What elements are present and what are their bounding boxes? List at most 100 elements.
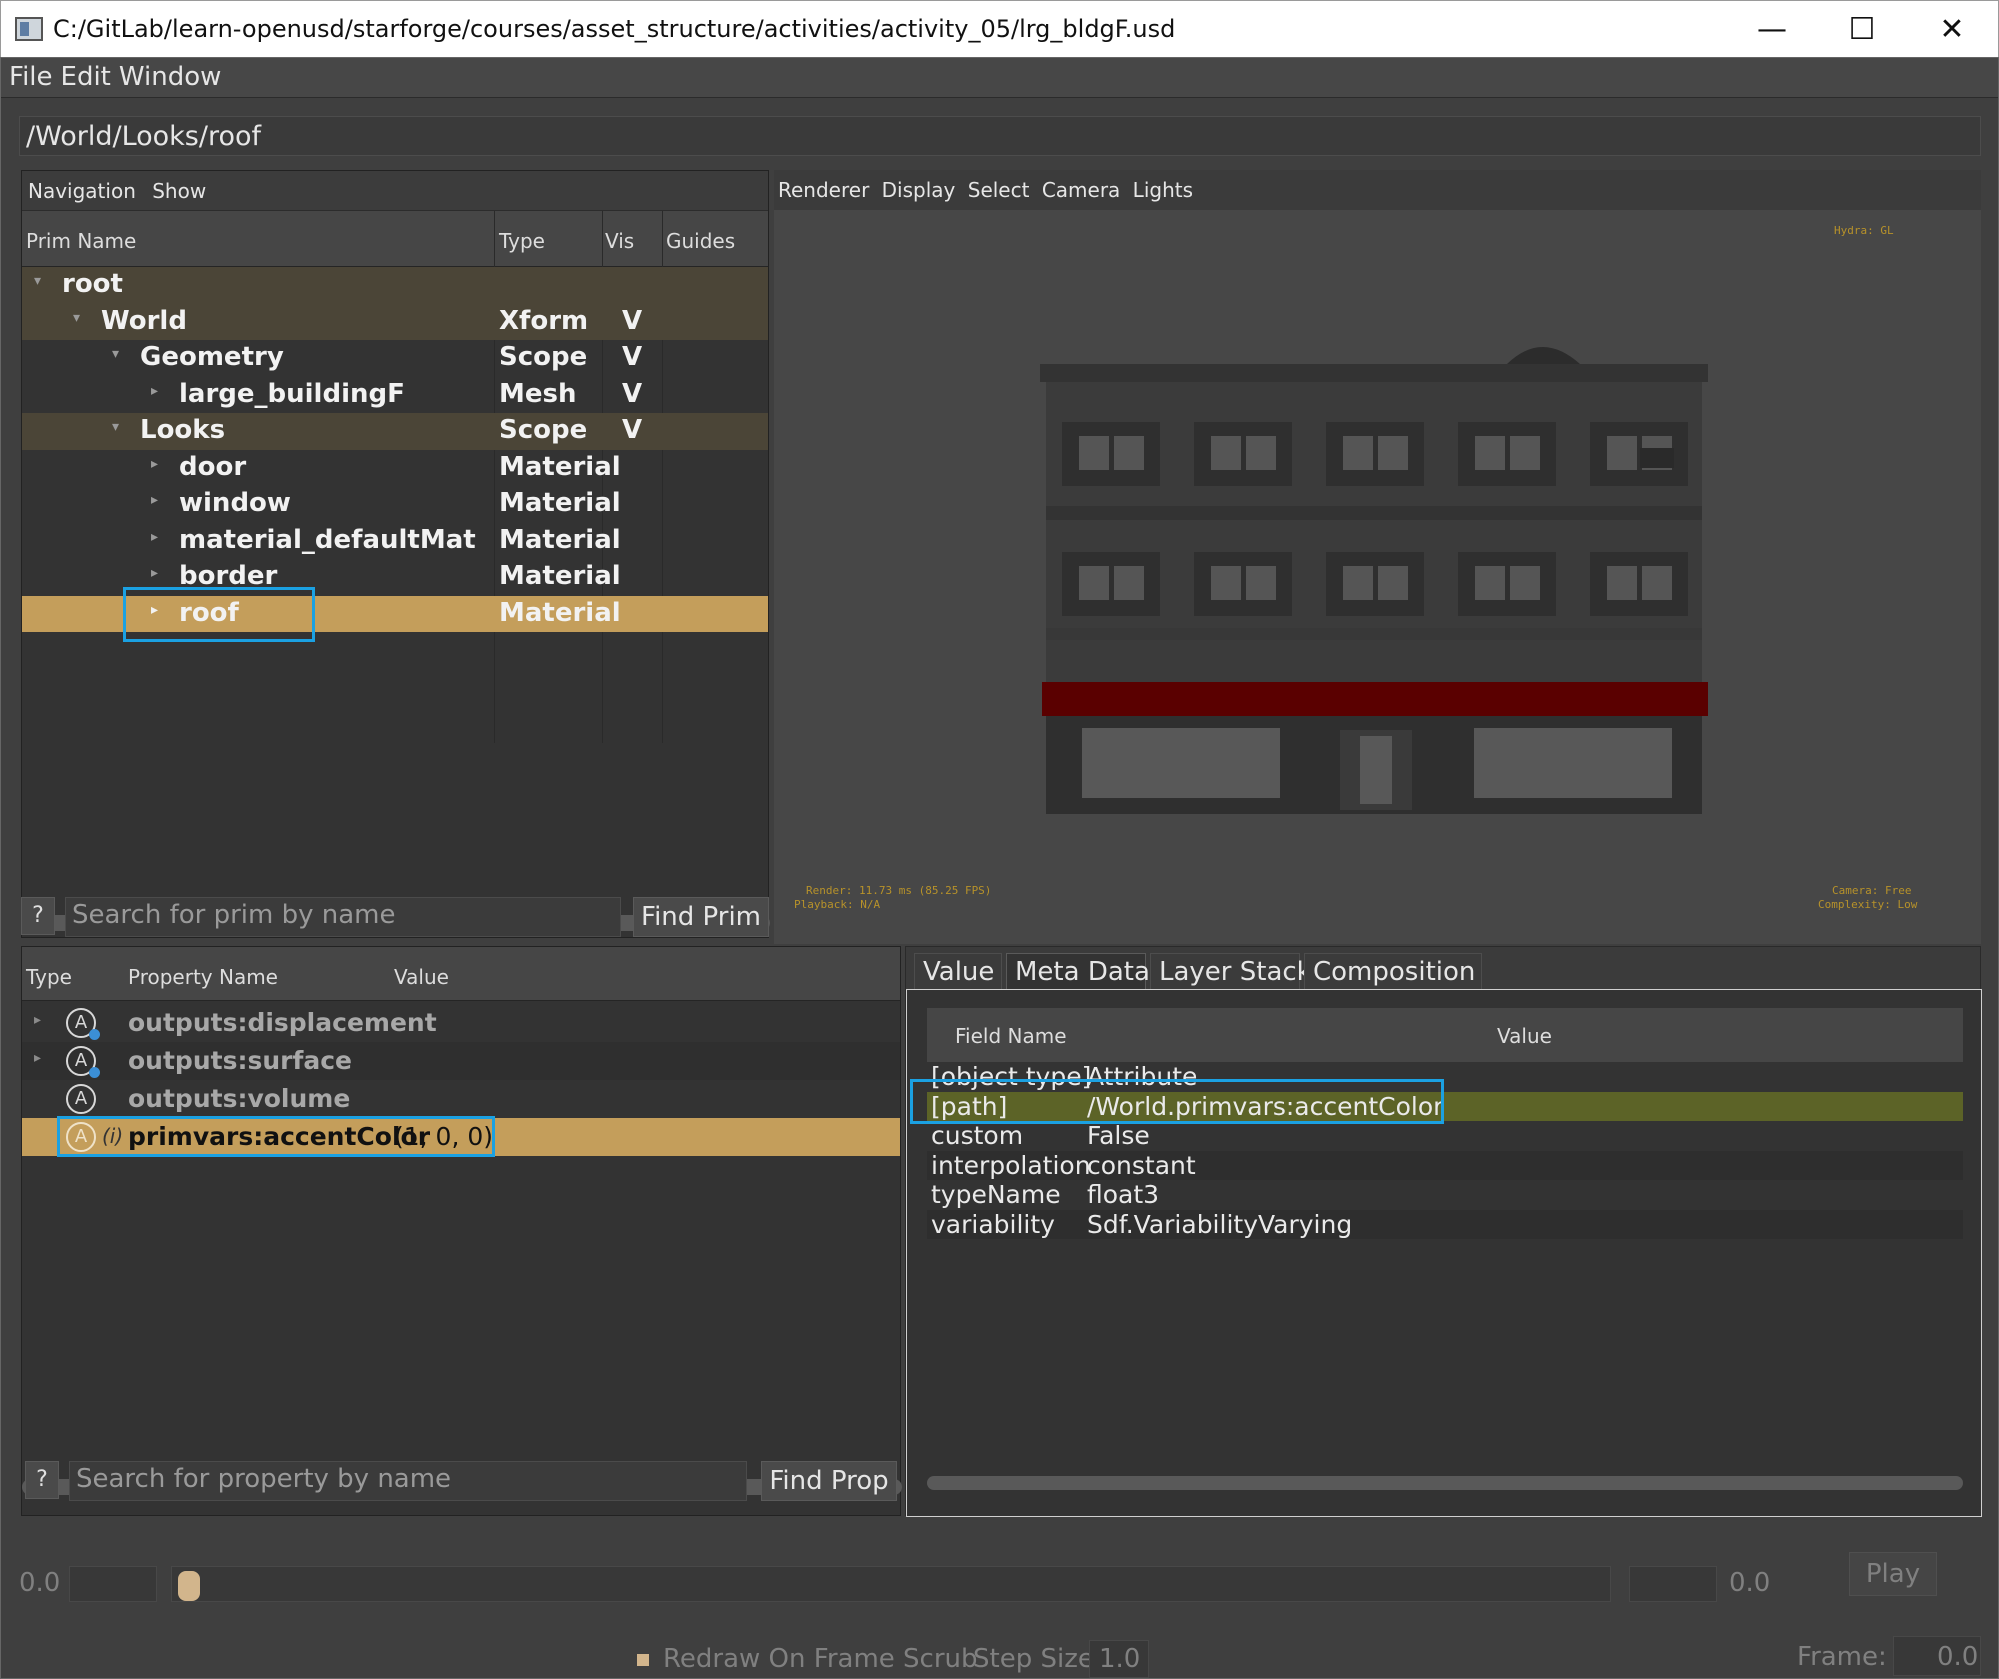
viewport[interactable]: Renderer Display Select Camera Lights Hy… <box>774 170 1981 944</box>
meta-data-row[interactable]: variability Sdf.VariabilityVarying <box>927 1209 1963 1239</box>
end-frame-field[interactable] <box>1629 1566 1717 1602</box>
prim-row[interactable]: ▾ Geometry Scope V <box>22 340 768 377</box>
expand-arrow-icon[interactable]: ▸ <box>151 529 158 545</box>
prim-row[interactable]: ▾ Looks Scope V <box>22 413 768 450</box>
column-field-name[interactable]: Field Name <box>955 1024 1067 1048</box>
tab-value[interactable]: Value <box>914 953 1002 989</box>
prim-search-help-button[interactable]: ? <box>21 897 55 935</box>
collapse-arrow-icon[interactable]: ▾ <box>112 419 119 435</box>
tab-meta-data[interactable]: Meta Data <box>1006 953 1150 989</box>
prim-browser-menu: Navigation Show <box>22 171 768 211</box>
prim-row[interactable]: ▸ door Material <box>22 450 768 487</box>
find-prop-button[interactable]: Find Prop <box>761 1461 897 1501</box>
collapse-arrow-icon[interactable]: ▾ <box>73 310 80 326</box>
menu-select[interactable]: Select <box>968 178 1030 202</box>
prim-search-input[interactable]: Search for prim by name <box>65 897 621 937</box>
door-glass <box>1360 736 1392 804</box>
prim-row[interactable]: ▾ root <box>22 267 768 304</box>
column-type[interactable]: Type <box>499 229 545 253</box>
property-row[interactable]: Aoutputs:volume <box>22 1080 900 1118</box>
column-guides[interactable]: Guides <box>666 229 735 253</box>
expand-arrow-icon[interactable]: ▸ <box>151 492 158 508</box>
prim-tree-header: Prim Name Type Vis Guides <box>22 211 768 267</box>
meta-data-row[interactable]: typeName float3 <box>927 1180 1963 1210</box>
title-bar: C:/GitLab/learn-openusd/starforge/course… <box>0 0 1999 57</box>
expand-arrow-icon[interactable]: ▸ <box>34 1050 41 1066</box>
menu-renderer[interactable]: Renderer <box>778 178 869 202</box>
prim-row[interactable]: ▸ material_defaultMat Material <box>22 523 768 560</box>
prim-row[interactable]: ▸ window Material <box>22 486 768 523</box>
timeline: 0.0 0.0 Play Redraw On Frame Scrub Step … <box>1 1518 1998 1678</box>
prim-visibility-toggle[interactable]: V <box>622 342 642 372</box>
prim-visibility-toggle[interactable]: V <box>622 379 642 409</box>
minimize-button[interactable]: — <box>1727 1 1817 58</box>
window-title: C:/GitLab/learn-openusd/starforge/course… <box>53 15 1176 43</box>
tab-composition[interactable]: Composition <box>1304 953 1482 989</box>
expand-arrow-icon[interactable]: ▸ <box>151 383 158 399</box>
menu-file[interactable]: File <box>1 58 53 92</box>
prop-search-help-button[interactable]: ? <box>25 1461 59 1499</box>
column-prop-name[interactable]: Property Name <box>128 965 278 989</box>
menu-display[interactable]: Display <box>882 178 956 202</box>
play-button[interactable]: Play <box>1849 1552 1937 1596</box>
column-prim-name[interactable]: Prim Name <box>26 229 136 253</box>
frame-label: Frame: <box>1797 1642 1887 1672</box>
find-prim-button[interactable]: Find Prim <box>633 897 769 937</box>
menu-edit[interactable]: Edit <box>53 58 111 92</box>
column-field-value[interactable]: Value <box>1497 1024 1552 1048</box>
menu-show[interactable]: Show <box>152 179 206 203</box>
attribute-inspector: Value Meta Data Layer Stack Composition … <box>905 946 1982 1517</box>
meta-data-row[interactable]: interpolation constant <box>927 1150 1963 1180</box>
redraw-checkbox[interactable] <box>637 1654 649 1666</box>
meta-data-view: Field Name Value [object type] Attribute[… <box>906 989 1982 1517</box>
start-frame-field[interactable] <box>69 1566 157 1602</box>
column-vis[interactable]: Vis <box>605 229 634 253</box>
prim-name: root <box>62 269 123 299</box>
frame-slider[interactable] <box>171 1566 1611 1602</box>
property-name: outputs:volume <box>128 1084 351 1113</box>
expand-arrow-icon[interactable]: ▸ <box>151 565 158 581</box>
menu-window[interactable]: Window <box>111 58 222 92</box>
meta-data-row[interactable]: custom False <box>927 1121 1963 1151</box>
meta-scrollbar[interactable] <box>927 1476 1963 1490</box>
prim-name: Geometry <box>140 342 284 372</box>
menu-camera[interactable]: Camera <box>1042 178 1121 202</box>
floor-band <box>1046 628 1702 640</box>
prim-name: door <box>179 451 247 482</box>
viewport-canvas[interactable]: Hydra: GL Render: 11.73 ms (85.25 FPS) P… <box>774 210 1981 944</box>
close-button[interactable]: ✕ <box>1907 1 1997 58</box>
main-window: File Edit Window /World/Looks/roof Navigat… <box>0 57 1999 1679</box>
collapse-arrow-icon[interactable]: ▾ <box>34 273 41 289</box>
expand-arrow-icon[interactable]: ▸ <box>34 1012 41 1028</box>
column-prop-type[interactable]: Type <box>26 965 72 989</box>
app-icon <box>15 17 43 41</box>
column-prop-value[interactable]: Value <box>394 965 449 989</box>
prim-visibility-toggle[interactable]: V <box>622 306 642 336</box>
meta-field-name: interpolation <box>931 1150 1091 1180</box>
menu-navigation[interactable]: Navigation <box>28 179 136 203</box>
window-ac-unit <box>1640 448 1674 468</box>
property-row[interactable]: ▸ Aoutputs:surface <box>22 1042 900 1080</box>
frame-slider-thumb[interactable] <box>178 1571 200 1601</box>
prim-row[interactable]: ▾ World Xform V <box>22 303 768 340</box>
awning <box>1042 682 1708 716</box>
tab-layer-stack[interactable]: Layer Stack <box>1150 953 1312 989</box>
step-size-label: Step Size <box>973 1644 1094 1674</box>
building-render <box>1040 347 1708 814</box>
expand-arrow-icon[interactable]: ▸ <box>151 456 158 472</box>
menu-bar: File Edit Window <box>1 58 1998 98</box>
menu-lights[interactable]: Lights <box>1133 178 1193 202</box>
prim-type: Material <box>499 451 621 482</box>
property-row[interactable]: ▸ Aoutputs:displacement <box>22 1004 900 1042</box>
prim-visibility-toggle[interactable]: V <box>622 415 642 445</box>
collapse-arrow-icon[interactable]: ▾ <box>112 346 119 362</box>
hud-camera: Camera: Free <box>1832 884 1912 897</box>
prim-name: Looks <box>140 415 226 445</box>
maximize-button[interactable]: ☐ <box>1817 1 1907 58</box>
step-size-value: 1.0 <box>1099 1644 1141 1674</box>
prim-row[interactable]: ▸ large_buildingF Mesh V <box>22 377 768 414</box>
prim-tree: ▾ root ▾ World Xform V ▾ Geometry Scope V ▸ large_b… <box>22 267 768 632</box>
meta-data-header: Field Name Value <box>927 1008 1963 1062</box>
prim-path-field[interactable]: /World/Looks/roof <box>19 116 1981 156</box>
property-search-input[interactable]: Search for property by name <box>69 1461 747 1501</box>
